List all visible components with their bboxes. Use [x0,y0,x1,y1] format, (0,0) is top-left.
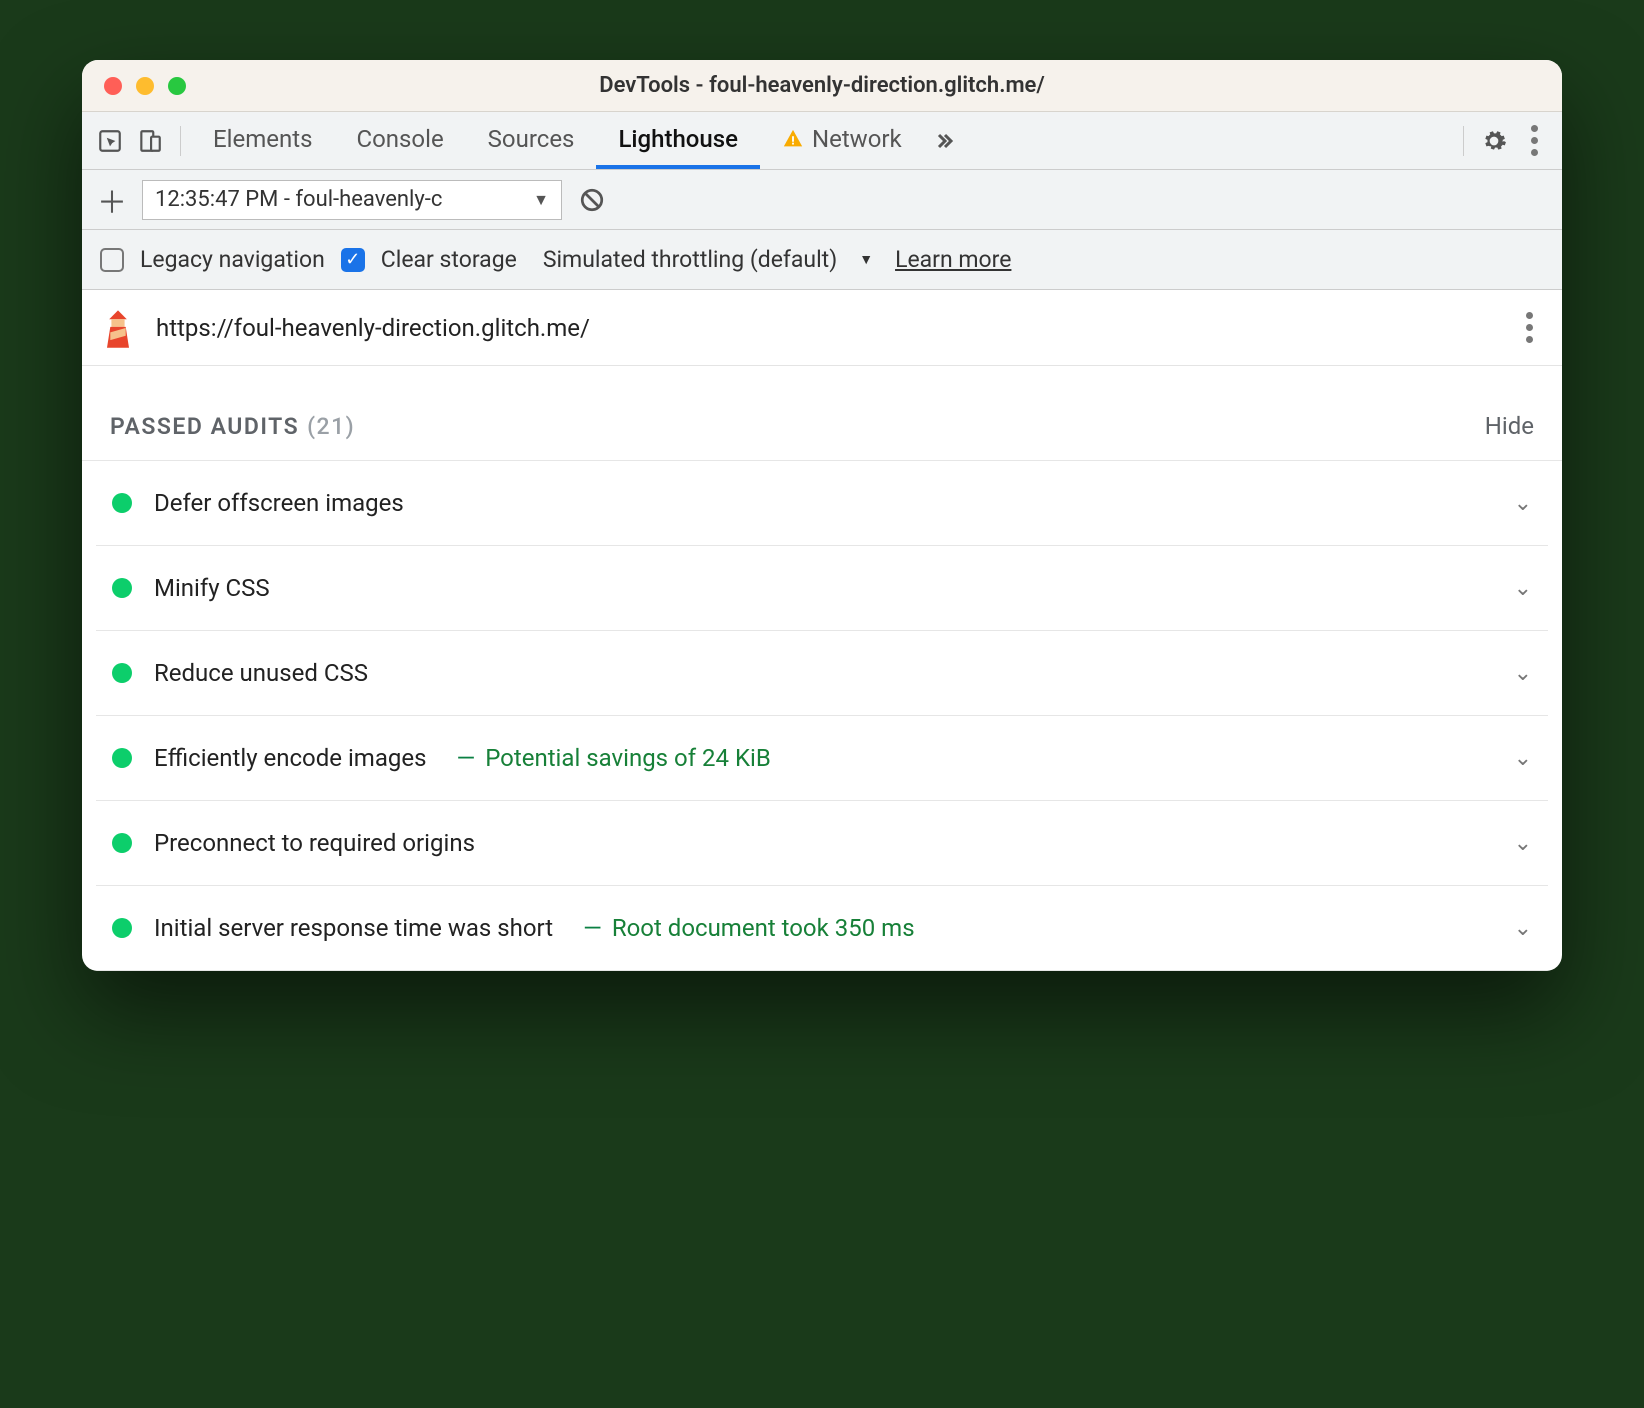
chevron-down-icon: ⌄ [1514,916,1532,941]
legacy-navigation-checkbox[interactable] [100,248,124,272]
pass-dot-icon [112,578,132,598]
audit-row[interactable]: Defer offscreen images ⌄ [96,461,1548,546]
more-tabs-icon[interactable] [924,121,964,161]
pass-dot-icon [112,493,132,513]
tab-sources[interactable]: Sources [466,112,597,169]
devtools-tabbar: Elements Console Sources Lighthouse Netw… [82,112,1562,170]
audit-row[interactable]: Minify CSS ⌄ [96,546,1548,631]
new-report-button[interactable]: ＋ [92,180,132,220]
audit-row[interactable]: Reduce unused CSS ⌄ [96,631,1548,716]
legacy-navigation-label: Legacy navigation [140,246,325,273]
titlebar: DevTools - foul-heavenly-direction.glitc… [82,60,1562,112]
window-title: DevTools - foul-heavenly-direction.glitc… [82,73,1562,98]
report-url-row: https://foul-heavenly-direction.glitch.m… [82,290,1562,366]
section-label: PASSED AUDITS [110,413,299,440]
chevron-down-icon: ⌄ [1514,576,1532,601]
audit-row[interactable]: Efficiently encode images — Potential sa… [96,716,1548,801]
audit-title: Minify CSS [154,574,270,602]
throttling-label: Simulated throttling (default) [543,246,837,273]
pass-dot-icon [112,918,132,938]
audit-detail: — Potential savings of 24 KiB [448,744,770,772]
hide-toggle[interactable]: Hide [1485,412,1534,440]
lighthouse-subtoolbar: ＋ 12:35:47 PM - foul-heavenly-c ▼ [82,170,1562,230]
clear-storage-label: Clear storage [381,246,517,273]
inspect-element-icon[interactable] [90,121,130,161]
clear-storage-checkbox[interactable]: ✓ [341,248,365,272]
audit-title: Defer offscreen images [154,489,404,517]
chevron-down-icon: ⌄ [1514,831,1532,856]
gear-icon[interactable] [1474,121,1514,161]
audit-row[interactable]: Preconnect to required origins ⌄ [96,801,1548,886]
device-toggle-icon[interactable] [130,121,170,161]
lighthouse-icon [96,306,140,350]
clear-reports-icon[interactable] [572,180,612,220]
section-count: (21) [307,413,355,440]
tab-network-label: Network [812,125,902,153]
pass-dot-icon [112,833,132,853]
tab-console[interactable]: Console [334,112,465,169]
throttling-caret-icon[interactable]: ▼ [859,251,873,268]
audit-detail: — Root document took 350 ms [575,914,914,942]
lighthouse-options: Legacy navigation ✓ Clear storage Simula… [82,230,1562,290]
report-selector[interactable]: 12:35:47 PM - foul-heavenly-c ▼ [142,180,562,220]
audit-title: Initial server response time was short [154,914,553,942]
passed-audits-header[interactable]: PASSED AUDITS (21) Hide [82,366,1562,460]
report-url: https://foul-heavenly-direction.glitch.m… [156,314,1498,342]
audit-list: Defer offscreen images ⌄ Minify CSS ⌄ Re… [82,460,1562,971]
pass-dot-icon [112,748,132,768]
pass-dot-icon [112,663,132,683]
report-menu-icon[interactable] [1514,312,1544,343]
warning-icon [782,128,804,150]
chevron-down-icon: ⌄ [1514,491,1532,516]
audit-row[interactable]: Initial server response time was short —… [96,886,1548,971]
dropdown-caret-icon: ▼ [533,190,549,210]
separator [1463,126,1464,156]
tab-elements[interactable]: Elements [191,112,334,169]
audit-title: Efficiently encode images [154,744,426,772]
devtools-window: DevTools - foul-heavenly-direction.glitc… [82,60,1562,971]
report-selector-label: 12:35:47 PM - foul-heavenly-c [155,187,442,212]
audit-title: Preconnect to required origins [154,829,475,857]
learn-more-link[interactable]: Learn more [895,246,1011,273]
chevron-down-icon: ⌄ [1514,661,1532,686]
kebab-menu-icon[interactable] [1514,121,1554,161]
separator [180,126,181,156]
chevron-down-icon: ⌄ [1514,746,1532,771]
audit-title: Reduce unused CSS [154,659,368,687]
tab-network[interactable]: Network [760,112,924,169]
tab-lighthouse[interactable]: Lighthouse [596,112,760,169]
